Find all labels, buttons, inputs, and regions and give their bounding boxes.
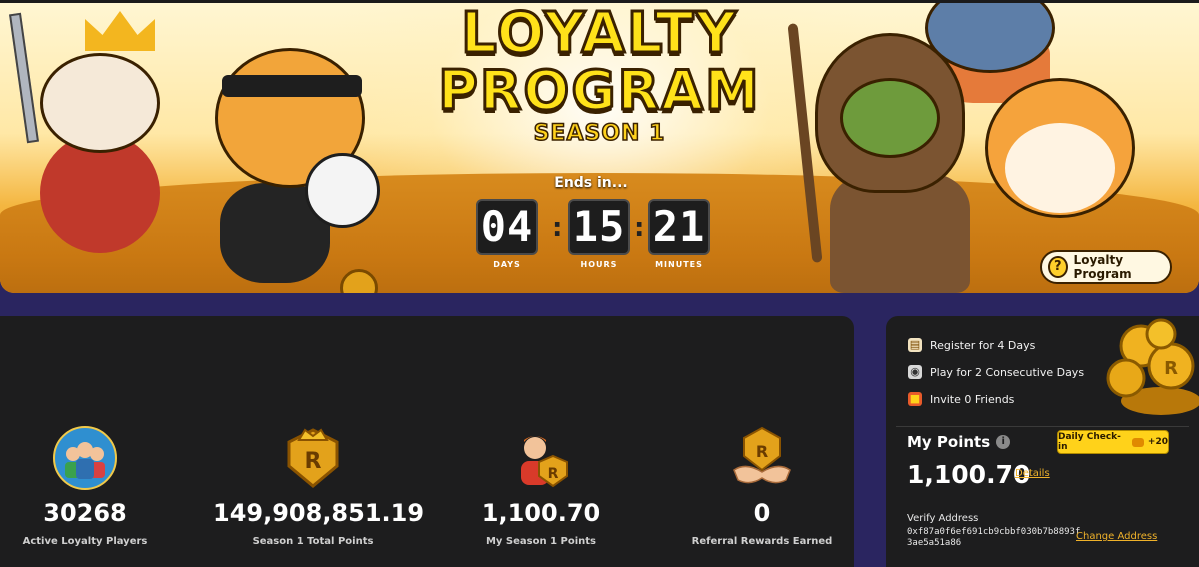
loyalty-program-button-label: Loyalty Program bbox=[1073, 253, 1132, 281]
task-label: Invite 0 Friends bbox=[930, 392, 1015, 406]
banner-title-line1: LOYALTY bbox=[460, 3, 738, 68]
timer-colon: : bbox=[552, 213, 563, 243]
season-label: SEASON 1 bbox=[533, 120, 666, 147]
wallet-address: 0xf87a0f6ef691cb9cbbf030b7b8893f3ae5a51a… bbox=[907, 527, 1081, 548]
timer-minutes: 21 bbox=[648, 199, 710, 255]
player-badge-icon: R bbox=[521, 436, 568, 488]
stats-panel: 30268 Active Loyalty Players R 149,908,8… bbox=[0, 316, 854, 567]
coin-icon bbox=[1132, 437, 1144, 447]
ends-in-label: Ends in... bbox=[554, 175, 628, 191]
calendar-icon: ▤ bbox=[908, 338, 922, 352]
task-register: ▤ Register for 4 Days bbox=[908, 338, 1035, 352]
r-badge-icon: R bbox=[287, 428, 339, 488]
svg-text:R: R bbox=[305, 449, 322, 474]
my-points-title-text: My Points bbox=[907, 433, 991, 451]
divider bbox=[896, 426, 1189, 427]
task-invite: ■ Invite 0 Friends bbox=[908, 392, 1014, 406]
details-link[interactable]: Details bbox=[1015, 468, 1050, 479]
handshake-badge-icon: R bbox=[733, 426, 791, 484]
svg-text:R: R bbox=[756, 442, 768, 461]
timer-hours-label: HOURS bbox=[580, 260, 618, 269]
task-play: ◉ Play for 2 Consecutive Days bbox=[908, 365, 1084, 379]
question-icon: ? bbox=[1048, 256, 1068, 278]
daily-checkin-label: Daily Check-in bbox=[1058, 432, 1121, 452]
task-label: Play for 2 Consecutive Days bbox=[930, 365, 1085, 379]
loyalty-banner: LOYALTY PROGRAM SEASON 1 Ends in... 04 :… bbox=[0, 3, 1199, 293]
verify-address-label: Verify Address bbox=[907, 513, 979, 524]
banner-title-line2: PROGRAM bbox=[437, 58, 761, 124]
my-points-title: My Points i bbox=[907, 433, 1011, 451]
daily-checkin-reward: +20 bbox=[1147, 437, 1168, 447]
stat-value: 1,100.70 bbox=[481, 499, 601, 527]
stat-label: Active Loyalty Players bbox=[22, 536, 148, 547]
my-points-panel: R ▤ Register for 4 Days ◉ Play for 2 Con… bbox=[886, 316, 1199, 567]
daily-checkin-button[interactable]: Daily Check-in +20 bbox=[1057, 430, 1169, 454]
players-group-icon bbox=[53, 426, 117, 490]
stat-value: 30268 bbox=[43, 499, 127, 527]
timer-colon: : bbox=[634, 213, 645, 243]
timer-days-label: DAYS bbox=[493, 260, 521, 269]
gift-icon: ■ bbox=[908, 392, 922, 406]
stat-label: Referral Rewards Earned bbox=[691, 536, 833, 547]
stat-label: Season 1 Total Points bbox=[252, 536, 374, 547]
coin-pile-illustration: R bbox=[1106, 318, 1199, 415]
gamepad-icon: ◉ bbox=[908, 365, 922, 379]
change-address-link[interactable]: Change Address bbox=[1076, 531, 1157, 542]
timer-hours: 15 bbox=[568, 199, 630, 255]
svg-text:R: R bbox=[548, 466, 559, 482]
stat-label: My Season 1 Points bbox=[485, 536, 597, 547]
my-points-value: 1,100.70 bbox=[907, 460, 1031, 489]
task-label: Register for 4 Days bbox=[930, 338, 1036, 352]
stat-value: 149,908,851.19 bbox=[213, 499, 425, 527]
loyalty-program-button[interactable]: ? Loyalty Program bbox=[1040, 250, 1172, 284]
svg-text:R: R bbox=[1164, 358, 1178, 379]
timer-minutes-label: MINUTES bbox=[655, 260, 703, 269]
stat-value: 0 bbox=[753, 499, 771, 527]
info-icon[interactable]: i bbox=[996, 435, 1011, 449]
timer-days: 04 bbox=[476, 199, 538, 255]
